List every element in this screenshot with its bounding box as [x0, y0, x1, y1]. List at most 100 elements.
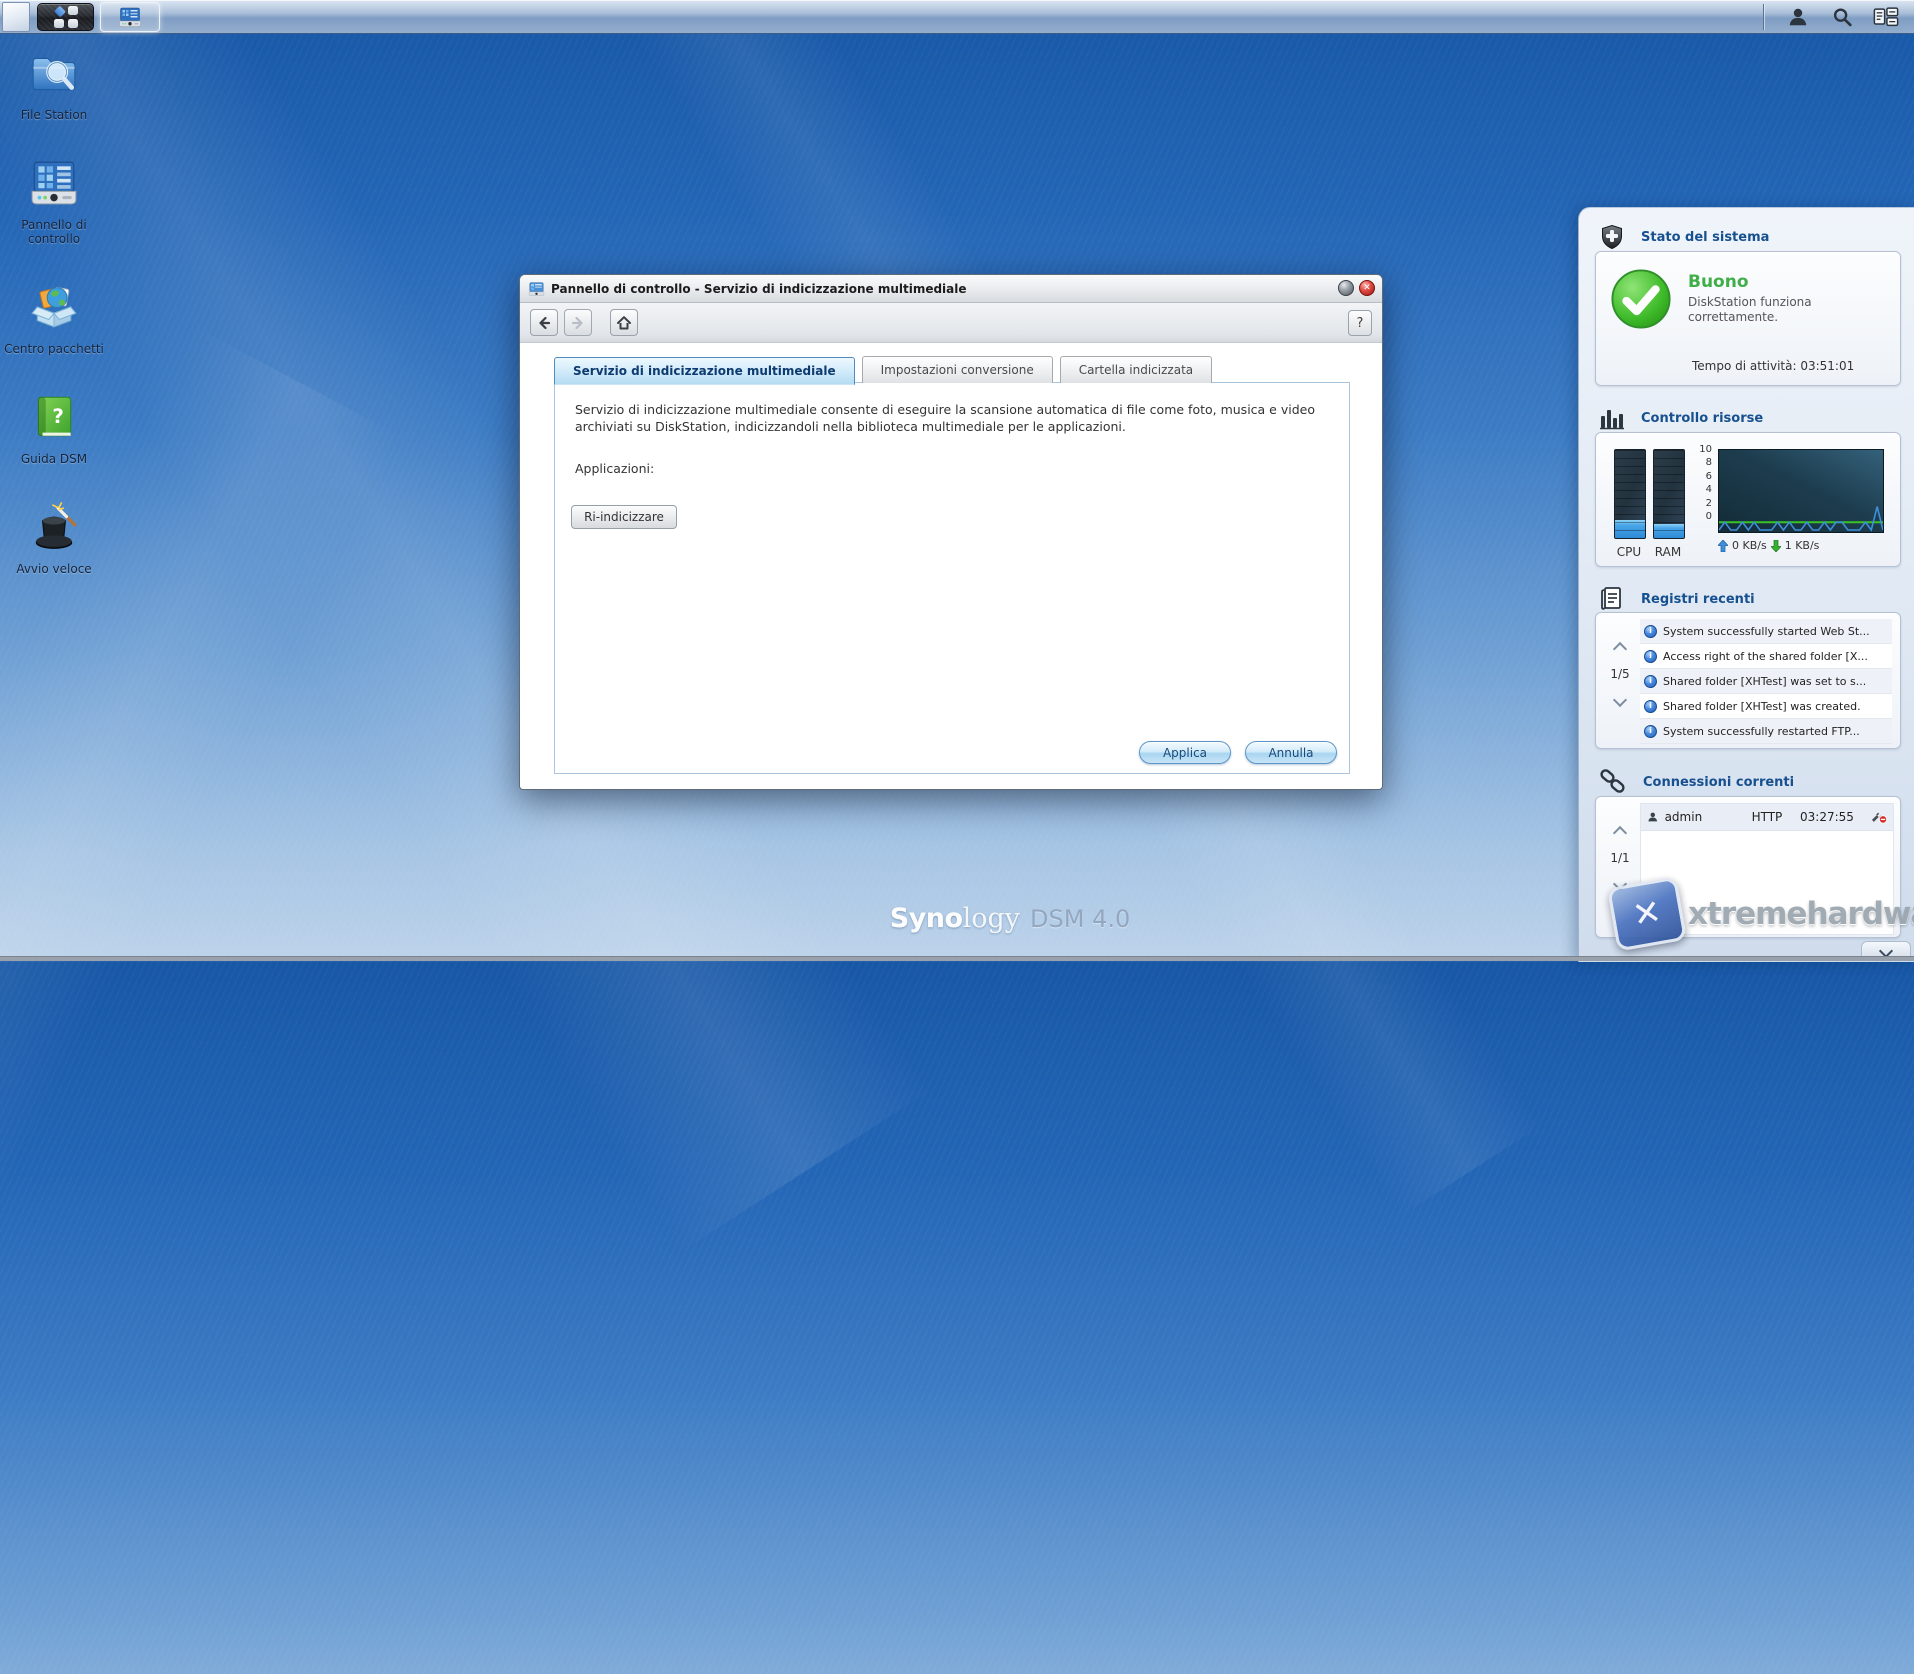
network-graph-yticks: 10 8 6 4 2 0 — [1699, 444, 1712, 523]
log-row[interactable]: System successfully started Web St... — [1640, 619, 1892, 644]
forward-arrow-icon — [571, 316, 583, 329]
desktop-icon-package-center[interactable]: Centro pacchetti — [0, 282, 108, 356]
network-legend: 0 KB/s 1 KB/s — [1718, 539, 1819, 552]
desktop-icon-label: Avvio veloce — [16, 562, 92, 576]
ram-meter — [1653, 449, 1685, 539]
network-graph-svg — [1718, 506, 1884, 532]
home-button[interactable] — [610, 309, 638, 336]
shield-icon — [1602, 224, 1622, 250]
service-description: Servizio di indicizzazione multimediale … — [575, 402, 1315, 434]
window-titlebar[interactable]: Pannello di controllo - Servizio di indi… — [520, 275, 1382, 303]
desktop-icon-file-station[interactable]: File Station — [0, 48, 108, 122]
widget-title: Stato del sistema — [1641, 229, 1770, 245]
dsm-version: DSM 4.0 — [1030, 905, 1131, 933]
widget-title: Registri recenti — [1641, 591, 1755, 607]
log-row[interactable]: Shared folder [XHTest] was set to s... — [1640, 669, 1892, 694]
apply-button[interactable]: Applica — [1139, 741, 1231, 764]
connections-pager: 1/1 — [1606, 823, 1634, 893]
connections-page-up-button[interactable] — [1612, 825, 1628, 841]
svg-text:?: ? — [52, 405, 63, 428]
synology-logo: Synology DSM 4.0 — [889, 903, 1131, 934]
connections-page-down-button[interactable] — [1612, 876, 1628, 892]
forward-button[interactable] — [564, 309, 592, 336]
window-title: Pannello di controllo - Servizio di indi… — [551, 281, 967, 296]
main-menu-button[interactable] — [37, 3, 94, 31]
widget-title: Controllo risorse — [1641, 410, 1764, 426]
network-graph — [1718, 449, 1884, 533]
minimize-button[interactable] — [1338, 280, 1354, 296]
home-icon — [617, 315, 631, 329]
taskbar — [0, 0, 1914, 34]
log-row[interactable]: Shared folder [XHTest] was created. — [1640, 694, 1892, 719]
dsm-help-icon: ? — [29, 392, 79, 442]
log-list: System successfully started Web St... Ac… — [1640, 619, 1892, 744]
download-value: 1 KB/s — [1784, 539, 1820, 552]
file-station-icon — [29, 48, 79, 98]
system-status-header: Stato del sistema — [1599, 224, 1769, 250]
logs-page-indicator: 1/5 — [1610, 667, 1630, 681]
control-panel-icon — [29, 158, 79, 208]
upload-value: 0 KB/s — [1732, 539, 1767, 552]
control-panel-icon — [119, 7, 141, 27]
info-icon — [1644, 724, 1657, 738]
info-icon — [1644, 649, 1657, 663]
pilot-view-icon — [1873, 6, 1899, 26]
tab-conversion-settings[interactable]: Impostazioni conversione — [861, 356, 1053, 383]
info-icon — [1644, 624, 1657, 638]
desktop-icon-dsm-help[interactable]: ? Guida DSM — [0, 392, 108, 466]
status-value: Buono — [1688, 272, 1749, 292]
user-icon — [1648, 812, 1658, 822]
window-control-panel-icon — [528, 281, 545, 297]
current-connections-panel: 1/1 admin HTTP 03:27:55 — [1595, 796, 1901, 938]
desktop-icon-quick-start[interactable]: Avvio veloce — [0, 502, 108, 576]
connection-list: admin HTTP 03:27:55 — [1640, 803, 1894, 935]
taskbar-item-control-panel[interactable] — [100, 2, 160, 32]
reindex-button[interactable]: Ri-indicizzare — [571, 505, 677, 529]
desktop-icon-column: File Station Pannello di controllo Centr… — [0, 48, 108, 612]
ram-label: RAM — [1654, 545, 1682, 559]
close-button[interactable] — [1359, 280, 1375, 296]
cancel-button[interactable]: Annulla — [1245, 741, 1337, 764]
connection-row[interactable]: admin HTTP 03:27:55 — [1641, 804, 1893, 831]
info-icon — [1644, 674, 1657, 688]
pilot-view-button[interactable] — [1864, 2, 1908, 31]
info-icon — [1644, 699, 1657, 713]
log-document-icon — [1601, 587, 1621, 610]
disconnect-icon[interactable] — [1870, 810, 1887, 824]
logs-page-up-button[interactable] — [1612, 641, 1628, 657]
help-button[interactable]: ? — [1348, 310, 1372, 336]
user-account-button[interactable] — [1776, 2, 1820, 31]
search-button[interactable] — [1820, 2, 1864, 31]
brand-text: Syno — [889, 903, 963, 934]
tab-media-indexing-service[interactable]: Servizio di indicizzazione multimediale — [554, 357, 855, 385]
main-menu-icon — [53, 5, 78, 28]
chain-link-icon — [1600, 769, 1625, 793]
upload-arrow-icon — [1718, 539, 1728, 552]
log-row[interactable]: Access right of the shared folder [X... — [1640, 644, 1892, 669]
tab-bar: Servizio di indicizzazione multimediale … — [554, 356, 1213, 385]
search-icon — [1833, 7, 1852, 26]
desktop-icon-control-panel[interactable]: Pannello di controllo — [0, 158, 108, 246]
back-button[interactable] — [530, 309, 558, 336]
desktop-icon-label: Guida DSM — [20, 452, 88, 466]
cpu-meter — [1614, 449, 1646, 539]
quick-start-icon — [29, 502, 79, 552]
tab-indexed-folder[interactable]: Cartella indicizzata — [1059, 356, 1213, 383]
show-desktop-button[interactable] — [2, 2, 30, 32]
logs-page-down-button[interactable] — [1612, 692, 1628, 708]
log-row[interactable]: System successfully restarted FTP... — [1640, 719, 1892, 744]
user-icon — [1789, 8, 1807, 25]
widget-title: Connessioni correnti — [1643, 774, 1795, 790]
system-status-panel: Buono DiskStation funziona correttamente… — [1595, 251, 1901, 386]
bar-chart-icon — [1600, 410, 1624, 430]
resource-monitor-header: Controllo risorse — [1599, 405, 1763, 431]
system-health-sidebar: Stato del sistema Buono DiskStation funz… — [1578, 207, 1914, 962]
desktop-icon-label: File Station — [20, 108, 88, 122]
tray-divider — [1763, 3, 1764, 30]
control-panel-window: Pannello di controllo - Servizio di indi… — [519, 274, 1383, 790]
tab-content-panel: Servizio di indicizzazione multimediale … — [554, 382, 1350, 774]
connections-page-indicator: 1/1 — [1610, 851, 1630, 865]
window-toolbar: ? — [520, 303, 1382, 343]
logs-pager: 1/5 — [1606, 639, 1634, 709]
current-connections-header: Connessioni correnti — [1599, 769, 1794, 795]
